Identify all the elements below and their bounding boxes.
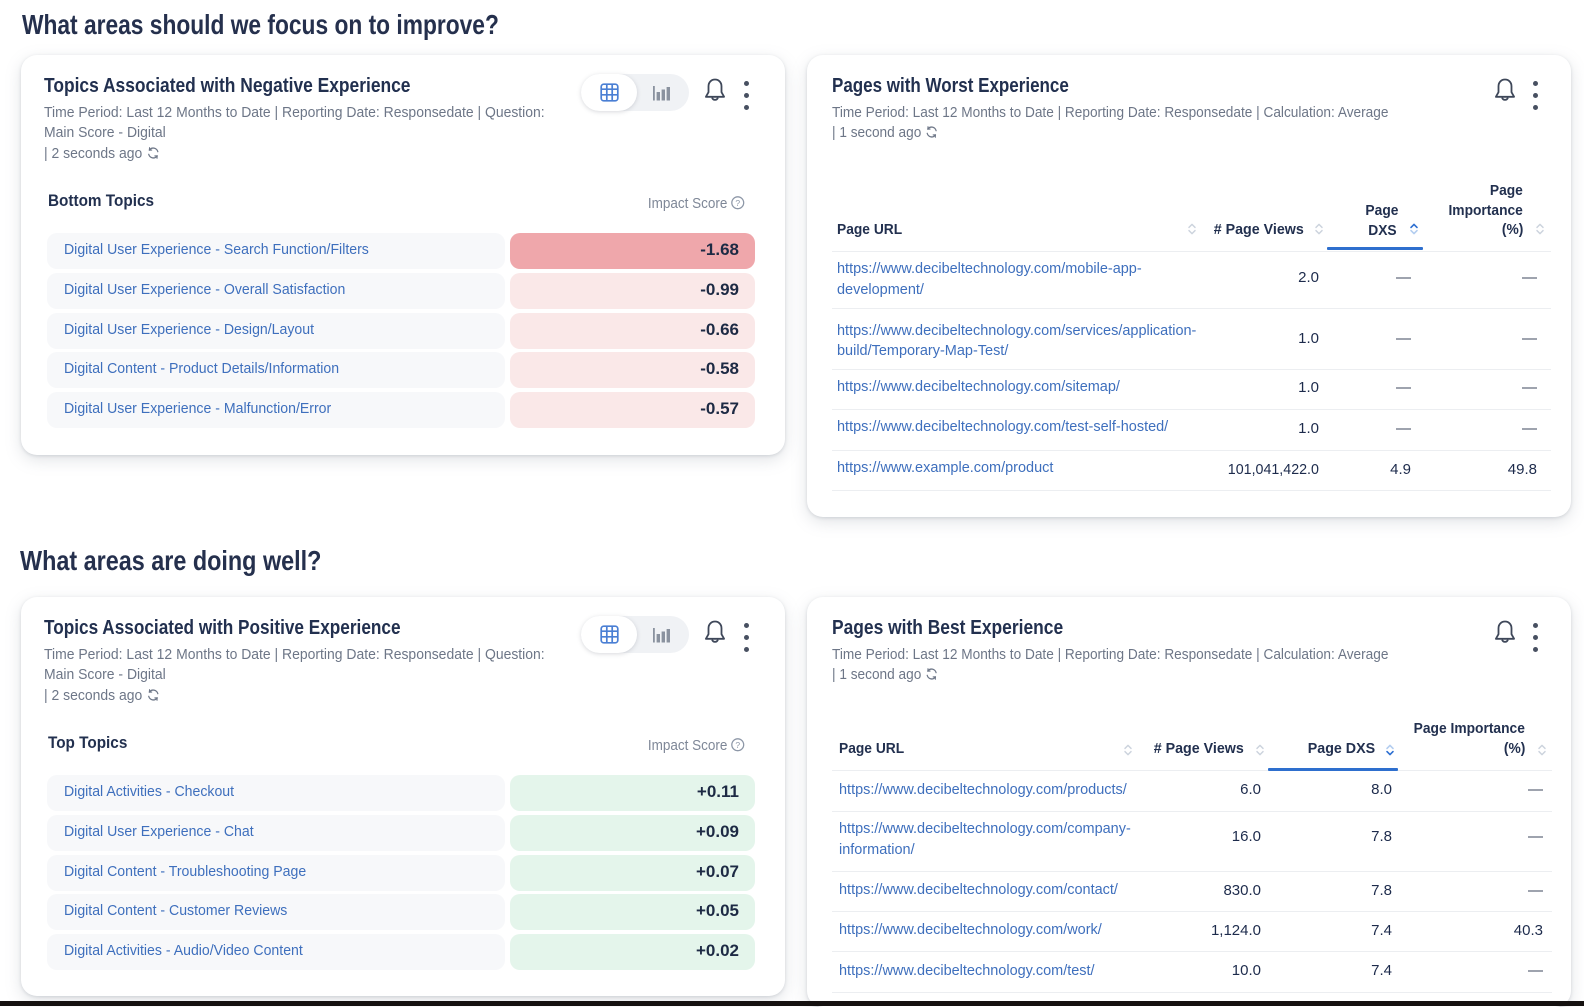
svg-text:?: ? <box>735 198 740 208</box>
svg-text:?: ? <box>735 740 740 750</box>
